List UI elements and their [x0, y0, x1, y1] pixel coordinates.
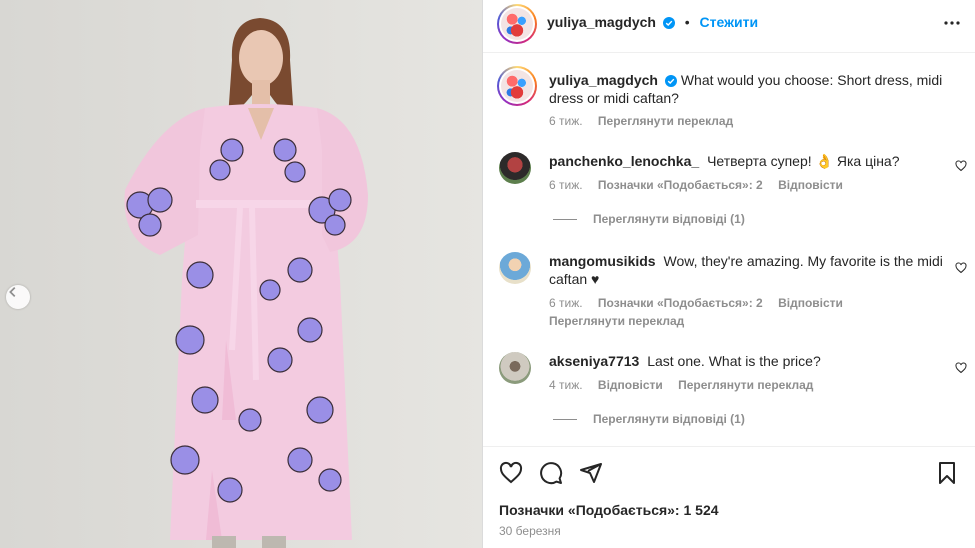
comment-text-block: mangomusikids Wow, they're amazing. My f… [549, 252, 949, 288]
caption-meta: 6 тиж. Переглянути переклад [549, 114, 745, 128]
bookmark-icon[interactable] [935, 461, 959, 485]
comment-username[interactable]: mangomusikids [549, 253, 656, 269]
verified-icon [662, 17, 675, 29]
share-icon[interactable] [579, 461, 603, 485]
comment-translate-link[interactable]: Переглянути переклад [549, 314, 684, 328]
caption-translate-link[interactable]: Переглянути переклад [598, 114, 733, 128]
heart-icon[interactable] [955, 262, 967, 274]
reply-button[interactable]: Відповісти [598, 378, 663, 392]
view-replies-button[interactable]: Переглянути відповіді (1) [553, 212, 745, 226]
comment-meta: 4 тиж. Відповісти Переглянути переклад [549, 378, 825, 392]
comment-meta: 6 тиж. Позначки «Подобається»: 2 Відпові… [549, 296, 855, 310]
reply-button[interactable]: Відповісти [778, 296, 843, 310]
comments-list[interactable]: yuliya_magdych What would you choose: Sh… [483, 54, 975, 446]
dress-photo-illustration [0, 0, 482, 548]
view-replies-label: Переглянути відповіді (1) [593, 412, 745, 426]
heart-icon[interactable] [499, 461, 523, 485]
caption-username[interactable]: yuliya_magdych [549, 72, 658, 88]
post-header: yuliya_magdych • Стежити [483, 0, 975, 53]
comment-likes[interactable]: Позначки «Подобається»: 2 [598, 178, 763, 192]
separator-dot: • [684, 14, 690, 30]
comment-time[interactable]: 6 тиж. [549, 178, 583, 192]
header-line: yuliya_magdych • Стежити [547, 14, 758, 30]
comment-username[interactable]: akseniya7713 [549, 353, 639, 369]
heart-icon[interactable] [955, 160, 967, 172]
comment-translate-row: Переглянути переклад [549, 314, 696, 328]
follow-button[interactable]: Стежити [700, 14, 759, 30]
comment-text: Четверта супер! 👌 Яка ціна? [707, 153, 900, 169]
comment-translate-link[interactable]: Переглянути переклад [678, 378, 813, 392]
comment-username[interactable]: panchenko_lenochka_ [549, 153, 699, 169]
post-date: 30 березня [499, 524, 561, 538]
caption-time[interactable]: 6 тиж. [549, 114, 583, 128]
view-replies-label: Переглянути відповіді (1) [593, 212, 745, 226]
comment-meta: 6 тиж. Позначки «Подобається»: 2 Відпові… [549, 178, 855, 192]
post-likes-count[interactable]: Позначки «Подобається»: 1 524 [499, 502, 719, 518]
comment-likes[interactable]: Позначки «Подобається»: 2 [598, 296, 763, 310]
comment-icon[interactable] [539, 461, 563, 485]
previous-photo-button[interactable] [6, 285, 30, 309]
author-username[interactable]: yuliya_magdych [547, 14, 656, 30]
commenter-avatar[interactable] [499, 352, 531, 384]
comment-time[interactable]: 4 тиж. [549, 378, 583, 392]
view-replies-button[interactable]: Переглянути відповіді (1) [553, 412, 745, 426]
reply-button[interactable]: Відповісти [778, 178, 843, 192]
instagram-post-view: yuliya_magdych • Стежити yuliya_magdych [0, 0, 975, 548]
caption-avatar[interactable] [497, 66, 537, 106]
commenter-avatar[interactable] [499, 152, 531, 184]
comment-text-block: akseniya7713 Last one. What is the price… [549, 352, 949, 370]
verified-icon [664, 75, 677, 87]
comment-time[interactable]: 6 тиж. [549, 296, 583, 310]
chevron-left-icon [9, 287, 16, 297]
heart-icon[interactable] [955, 362, 967, 374]
more-icon[interactable] [943, 14, 961, 32]
comment-text-block: panchenko_lenochka_ Четверта супер! 👌 Як… [549, 152, 949, 170]
replies-line [553, 218, 577, 220]
post-actions: Позначки «Подобається»: 1 524 30 березня [483, 446, 975, 548]
commenter-avatar[interactable] [499, 252, 531, 284]
post-details-panel: yuliya_magdych • Стежити yuliya_magdych [483, 0, 975, 548]
comment-text: Last one. What is the price? [647, 353, 821, 369]
caption-text-block: yuliya_magdych What would you choose: Sh… [549, 71, 949, 107]
post-photo [0, 0, 483, 548]
author-avatar[interactable] [497, 4, 537, 44]
replies-line [553, 418, 577, 420]
